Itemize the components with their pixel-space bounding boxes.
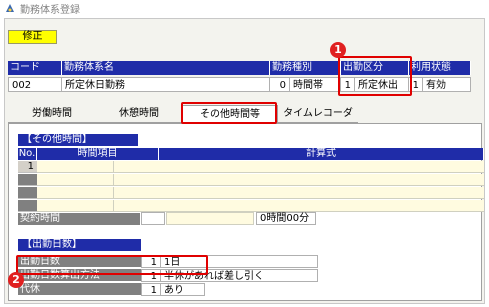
- window-title: 勤務体系登録: [20, 4, 80, 16]
- time-item-cell[interactable]: [37, 187, 114, 199]
- row-number: [18, 187, 37, 199]
- time-item-cell[interactable]: [37, 161, 114, 173]
- contract-time-label: 契約時間: [18, 213, 140, 225]
- header-code: コード: [8, 61, 62, 75]
- compensatory-leave-row[interactable]: 代休 1 あり: [18, 283, 205, 296]
- highlight-attendance-type: [338, 56, 412, 96]
- app-icon: [4, 2, 16, 14]
- header-status: 利用状態: [409, 61, 471, 75]
- contract-time-name-field[interactable]: [166, 212, 254, 225]
- header-name: 勤務体系名: [62, 61, 270, 75]
- header-work-type: 勤務種別: [270, 61, 341, 75]
- compensatory-leave-value[interactable]: あり: [161, 283, 205, 296]
- tab-working-time[interactable]: 労働時間: [8, 105, 96, 123]
- formula-cell[interactable]: [114, 187, 484, 199]
- code-field[interactable]: 002: [8, 77, 62, 92]
- other-time-title: 【その他時間】: [18, 134, 138, 146]
- contract-time-code-field[interactable]: [141, 212, 165, 225]
- highlight-compensatory-leave: [16, 255, 208, 275]
- contract-time-value[interactable]: 0時間00分: [256, 212, 316, 225]
- formula-cell[interactable]: [114, 174, 484, 186]
- grid-row[interactable]: [18, 200, 484, 212]
- work-type-field[interactable]: 0 時間帯: [270, 77, 341, 92]
- other-time-grid-header: No. 時間項目 計算式: [18, 148, 484, 160]
- row-number: 1: [18, 161, 37, 173]
- grid-row[interactable]: [18, 174, 484, 186]
- status-field[interactable]: 1 有効: [409, 77, 471, 92]
- compensatory-leave-label: 代休: [18, 283, 141, 296]
- column-no: No.: [18, 148, 37, 160]
- time-item-cell[interactable]: [37, 200, 114, 212]
- column-time-item: 時間項目: [37, 148, 159, 160]
- row-number: [18, 200, 37, 212]
- formula-cell[interactable]: [114, 200, 484, 212]
- tab-time-recorder[interactable]: タイムレコーダ: [278, 105, 358, 123]
- marker-1: 1: [330, 42, 346, 58]
- formula-cell[interactable]: [114, 161, 484, 173]
- name-field[interactable]: 所定休日勤務: [62, 77, 270, 92]
- attendance-days-title: 【出勤日数】: [18, 239, 141, 251]
- mode-badge: 修正: [8, 30, 57, 44]
- column-formula: 計算式: [159, 148, 484, 160]
- compensatory-leave-code[interactable]: 1: [141, 283, 161, 296]
- marker-2: 2: [8, 272, 24, 288]
- grid-row[interactable]: [18, 187, 484, 199]
- grid-row[interactable]: 1: [18, 161, 484, 173]
- tab-break-time[interactable]: 休憩時間: [96, 105, 182, 123]
- time-item-cell[interactable]: [37, 174, 114, 186]
- highlight-other-time-tab: [181, 102, 277, 124]
- title-bar: 勤務体系登録: [0, 0, 489, 16]
- row-number: [18, 174, 37, 186]
